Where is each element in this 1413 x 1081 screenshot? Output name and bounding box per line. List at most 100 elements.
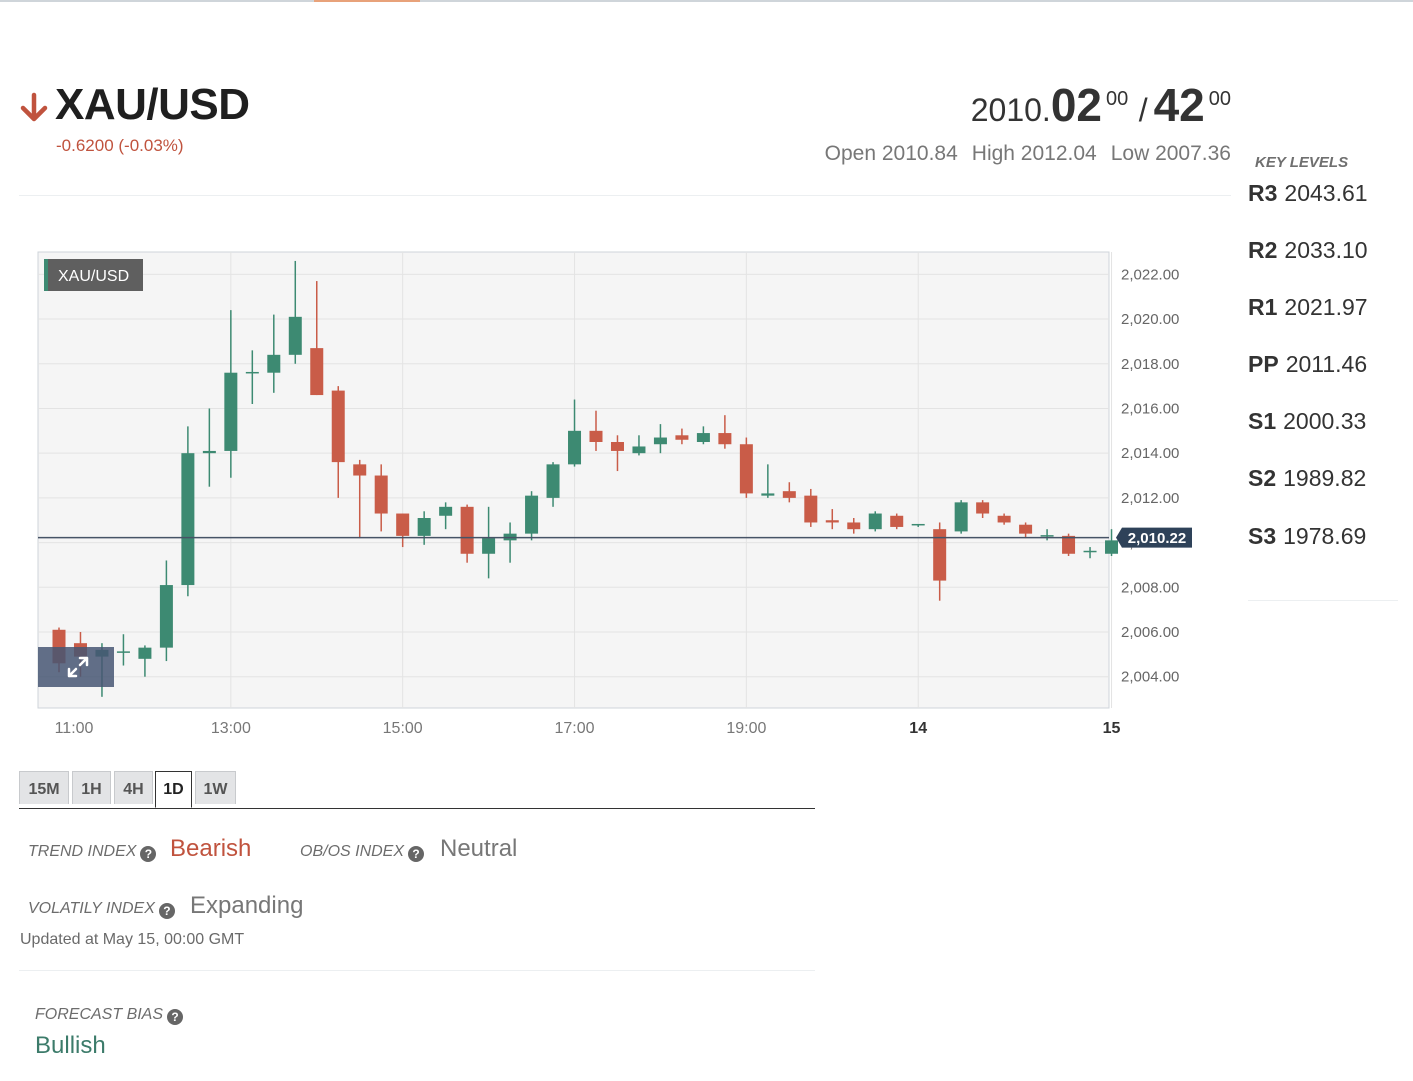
candle-body xyxy=(353,464,367,476)
candle-body xyxy=(761,493,775,496)
bid-ask-quote: 2010.02 00 /42 00 xyxy=(971,78,1231,132)
x-tick-label: 13:00 xyxy=(211,720,251,737)
candle xyxy=(525,491,539,541)
candle-body xyxy=(396,513,410,536)
candle-body xyxy=(868,513,882,530)
candle-body xyxy=(460,506,474,554)
candle-body xyxy=(1062,535,1076,554)
candle-body xyxy=(933,529,947,581)
help-icon[interactable]: ? xyxy=(140,846,157,862)
candlestick-chart[interactable]: 2,004.002,006.002,008.002,010.002,012.00… xyxy=(0,240,1240,760)
x-tick-label: 15 xyxy=(1103,720,1121,737)
y-tick-label: 2,012.00 xyxy=(1121,490,1179,507)
candle-body xyxy=(632,446,646,454)
tab-1w[interactable]: 1W xyxy=(195,771,236,804)
key-level-r2: R2 2033.10 xyxy=(1248,237,1368,263)
open-value: Open 2010.84 xyxy=(824,142,958,165)
tab-4h[interactable]: 4H xyxy=(114,771,153,804)
y-tick-label: 2,020.00 xyxy=(1121,311,1179,328)
symbol-title: XAU/USD xyxy=(55,80,250,129)
key-level-s1: S1 2000.33 xyxy=(1248,408,1367,434)
y-tick-label: 2,004.00 xyxy=(1121,669,1179,686)
x-tick-label: 15:00 xyxy=(383,720,423,737)
candle-body xyxy=(245,371,259,374)
quote-separator: / xyxy=(1138,92,1148,128)
x-tick-label: 19:00 xyxy=(726,720,766,737)
candle-body xyxy=(1083,550,1097,553)
key-level-pp: PP 2011.46 xyxy=(1248,351,1368,377)
candle-body xyxy=(1019,524,1033,534)
ask-sup: 00 xyxy=(1208,88,1231,110)
y-tick-label: 2,018.00 xyxy=(1121,356,1179,373)
candle-body xyxy=(374,475,388,514)
candle-body xyxy=(331,390,345,463)
high-value: High 2012.04 xyxy=(971,142,1097,165)
candle xyxy=(739,437,753,498)
trend-index-label: TREND INDEX? xyxy=(28,843,157,862)
candle-body xyxy=(653,437,667,445)
tab-1h[interactable]: 1H xyxy=(72,771,111,804)
volatility-index-label: VOLATILY INDEX? xyxy=(28,900,175,919)
candle-body xyxy=(976,502,990,514)
chart-title-badge-accent xyxy=(44,259,48,291)
price-chart[interactable]: 2,004.002,006.002,008.002,010.002,012.00… xyxy=(0,240,1240,760)
key-level-r1: R1 2021.97 xyxy=(1248,294,1368,320)
candle-body xyxy=(825,520,839,523)
candle-body xyxy=(954,502,968,532)
bid-main: 02 xyxy=(1050,79,1102,131)
help-icon[interactable]: ? xyxy=(408,846,425,862)
candle-body xyxy=(675,435,689,440)
trend-index-value: Bearish xyxy=(170,835,252,862)
key-level-s2: S2 1989.82 xyxy=(1248,465,1367,491)
x-tick-label: 14 xyxy=(909,720,927,737)
candle-body xyxy=(568,430,582,465)
help-icon[interactable]: ? xyxy=(167,1009,184,1025)
plot-area xyxy=(37,251,1110,709)
tab-15m[interactable]: 15M xyxy=(19,771,69,804)
candle-body xyxy=(890,515,904,527)
candle-body xyxy=(804,495,818,523)
candle-body xyxy=(997,515,1011,523)
forecast-bias-label: FORECAST BIAS? xyxy=(35,1006,184,1025)
current-price-label: 2,010.22 xyxy=(1128,530,1186,547)
candle-body xyxy=(525,495,539,534)
candle-body xyxy=(589,430,603,442)
candle-body xyxy=(1040,535,1054,537)
candle-body xyxy=(439,506,453,516)
key-level-r3: R3 2043.61 xyxy=(1248,180,1368,206)
top-border xyxy=(0,0,1413,2)
x-tick-label: 17:00 xyxy=(554,720,594,737)
key-levels-title: KEY LEVELS xyxy=(1255,154,1349,171)
timeframe-tabs: 15M 1H 4H 1D 1W xyxy=(19,771,815,809)
candle xyxy=(868,511,882,532)
bid-prefix: 2010. xyxy=(970,92,1051,128)
down-arrow-icon xyxy=(20,92,48,122)
candle-body xyxy=(847,522,861,530)
candle-body xyxy=(696,433,710,442)
help-icon[interactable]: ? xyxy=(158,903,175,919)
chart-title: XAU/USD xyxy=(58,268,129,285)
open-high-low: Open 2010.84 High 2012.04 Low 2007.36 xyxy=(811,142,1231,166)
candle-body xyxy=(224,372,238,451)
obos-index-value: Neutral xyxy=(440,835,518,862)
top-border-accent xyxy=(314,0,420,2)
candle-body xyxy=(718,433,732,445)
expand-chart-button[interactable] xyxy=(38,647,114,687)
candle-body xyxy=(159,585,173,648)
y-tick-label: 2,006.00 xyxy=(1121,624,1179,641)
key-levels-divider xyxy=(1248,600,1398,601)
tab-1d[interactable]: 1D xyxy=(155,771,192,808)
candle-body xyxy=(310,348,324,396)
x-tick-label: 11:00 xyxy=(55,720,94,737)
candle-body xyxy=(267,354,281,373)
candle-body xyxy=(482,538,496,554)
candle-body xyxy=(911,523,925,526)
candle-body xyxy=(202,450,216,454)
low-value: Low 2007.36 xyxy=(1110,142,1231,165)
ask-main: 42 xyxy=(1153,79,1205,131)
candle-body xyxy=(546,464,560,498)
volatility-index-value: Expanding xyxy=(190,892,304,919)
candle-body xyxy=(417,518,431,536)
candle-body xyxy=(116,651,130,653)
updated-timestamp: Updated at May 15, 00:00 GMT xyxy=(20,931,245,948)
